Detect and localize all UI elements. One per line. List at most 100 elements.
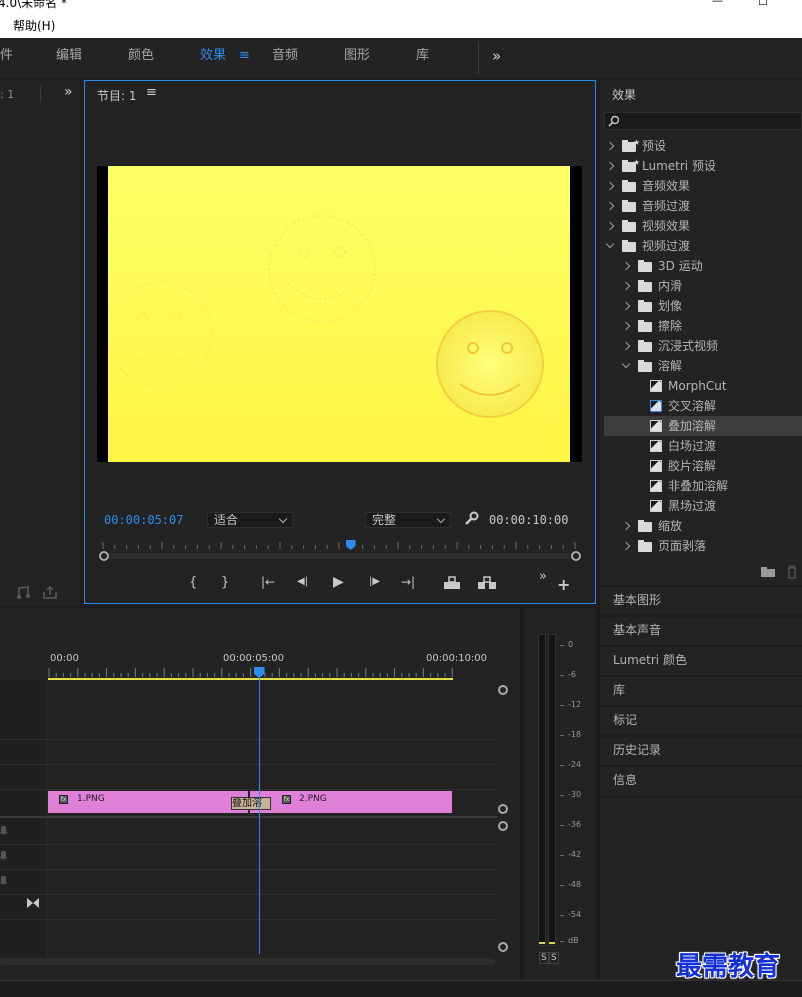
workspace-tab-edit[interactable]: 编辑	[56, 38, 82, 78]
trash-icon[interactable]	[786, 565, 798, 579]
effect-item[interactable]: 交叉溶解	[604, 396, 802, 416]
add-button-icon[interactable]: +	[557, 575, 570, 594]
chevron-right-icon[interactable]	[621, 261, 631, 271]
transport-overflow-button[interactable]: »	[539, 569, 547, 584]
effect-item[interactable]: 非叠加溶解	[604, 476, 802, 496]
clip-1[interactable]: fx 1.PNG	[48, 791, 248, 813]
monitor-ruler[interactable]	[99, 539, 577, 549]
step-forward-button[interactable]: |▶	[369, 576, 380, 587]
panel-libraries[interactable]: 库	[600, 677, 802, 705]
solo-right-button[interactable]: S	[549, 952, 559, 964]
extract-icon[interactable]	[477, 576, 497, 590]
video-scroll-bottom[interactable]	[498, 804, 508, 814]
mark-out-button[interactable]: }	[221, 575, 229, 590]
effect-item[interactable]: 胶片溶解	[604, 456, 802, 476]
project-panel: : 1 »	[0, 80, 80, 605]
scroll-handle-left[interactable]	[99, 551, 109, 561]
chevron-right-icon[interactable]	[621, 521, 631, 531]
effect-folder[interactable]: 划像	[604, 296, 802, 316]
video-frame[interactable]	[97, 166, 582, 462]
workspace-tab-libraries[interactable]: 库	[416, 38, 429, 78]
playback-resolution-select[interactable]: 完整	[365, 512, 451, 528]
microphone-icon[interactable]	[0, 825, 8, 837]
mark-in-button[interactable]: {	[189, 575, 197, 590]
workspace-menu-icon[interactable]: ≡	[239, 38, 250, 78]
microphone-icon[interactable]	[0, 875, 8, 887]
timeline-ruler[interactable]	[48, 666, 494, 678]
video-scroll-top[interactable]	[498, 685, 508, 695]
chevron-right-icon[interactable]	[605, 201, 615, 211]
effect-folder[interactable]: 音频效果	[604, 176, 802, 196]
clip-2[interactable]: fx 2.PNG	[250, 791, 452, 813]
effect-folder[interactable]: 音频过渡	[604, 196, 802, 216]
music-icon[interactable]	[16, 586, 32, 600]
menu-help[interactable]: 帮助(H)	[13, 14, 55, 38]
play-button[interactable]: ▶	[333, 574, 344, 590]
program-monitor-title[interactable]: 节目: 1	[97, 87, 137, 104]
maximize-button[interactable]: ☐	[758, 0, 768, 7]
work-area-bar[interactable]	[48, 678, 453, 680]
chevron-right-icon[interactable]	[605, 141, 615, 151]
workspace-tab-graphics[interactable]: 图形	[344, 38, 370, 78]
effect-folder[interactable]: 内滑	[604, 276, 802, 296]
effect-folder[interactable]: 页面剥落	[604, 536, 802, 556]
step-back-button[interactable]: ◀|	[297, 576, 308, 587]
chevron-down-icon[interactable]	[605, 239, 615, 249]
project-panel-overflow-button[interactable]: »	[64, 84, 73, 100]
go-to-in-button[interactable]: |←	[261, 575, 275, 589]
effect-folder[interactable]: 缩放	[604, 516, 802, 536]
effect-folder[interactable]: 擦除	[604, 316, 802, 336]
panel-essential-sound[interactable]: 基本声音	[600, 617, 802, 645]
effect-folder[interactable]: 3D 运动	[604, 256, 802, 276]
workspace-tab-effects[interactable]: 效果	[200, 38, 226, 78]
effects-panel-title[interactable]: 效果	[612, 86, 636, 103]
chevron-right-icon[interactable]	[621, 281, 631, 291]
export-icon[interactable]	[42, 586, 58, 600]
effect-item[interactable]: 白场过渡	[604, 436, 802, 456]
master-track-icon[interactable]	[27, 898, 39, 908]
scroll-handle-right[interactable]	[571, 551, 581, 561]
minimize-button[interactable]: —	[712, 0, 723, 6]
chevron-right-icon[interactable]	[605, 181, 615, 191]
go-to-out-button[interactable]: →|	[401, 575, 415, 589]
effects-search-box[interactable]	[604, 112, 802, 130]
chevron-down-icon[interactable]	[621, 359, 631, 369]
effect-item[interactable]: 叠加溶解	[604, 416, 802, 436]
workspace-tab-audio[interactable]: 音频	[272, 38, 298, 78]
chevron-right-icon[interactable]	[621, 321, 631, 331]
workspace-tab-assembly[interactable]: 件	[0, 38, 13, 78]
effect-folder[interactable]: 视频过渡	[604, 236, 802, 256]
current-timecode[interactable]: 00:00:05:07	[104, 513, 183, 527]
effect-folder[interactable]: 溶解	[604, 356, 802, 376]
chevron-right-icon[interactable]	[621, 541, 631, 551]
audio-scroll-top[interactable]	[498, 821, 508, 831]
effects-search-input[interactable]	[621, 114, 797, 128]
effect-item[interactable]: 黑场过渡	[604, 496, 802, 516]
timeline-horizontal-scrollbar[interactable]	[0, 958, 495, 965]
panel-info[interactable]: 信息	[600, 767, 802, 795]
panel-lumetri-color[interactable]: Lumetri 颜色	[600, 647, 802, 675]
chevron-right-icon[interactable]	[605, 221, 615, 231]
lift-icon[interactable]	[443, 576, 461, 590]
panel-markers[interactable]: 标记	[600, 707, 802, 735]
chevron-right-icon[interactable]	[605, 161, 615, 171]
audio-scroll-bottom[interactable]	[498, 942, 508, 952]
new-bin-icon[interactable]	[760, 566, 776, 578]
workspace-overflow-button[interactable]: »	[492, 38, 501, 78]
chevron-right-icon[interactable]	[621, 341, 631, 351]
panel-history[interactable]: 历史记录	[600, 737, 802, 765]
program-monitor-menu-icon[interactable]: ≡	[146, 85, 157, 100]
chevron-right-icon[interactable]	[621, 301, 631, 311]
transition-marker[interactable]: 叠加溶	[231, 797, 271, 810]
panel-essential-graphics[interactable]: 基本图形	[600, 587, 802, 615]
workspace-tab-color[interactable]: 颜色	[128, 38, 154, 78]
wrench-icon[interactable]	[463, 511, 479, 527]
solo-left-button[interactable]: S	[539, 952, 549, 964]
zoom-level-select[interactable]: 适合	[207, 512, 293, 528]
effect-folder[interactable]: ★ Lumetri 预设	[604, 156, 802, 176]
microphone-icon[interactable]	[0, 850, 8, 862]
effect-item[interactable]: MorphCut	[604, 376, 802, 396]
effect-folder[interactable]: 视频效果	[604, 216, 802, 236]
monitor-zoom-scrollbar[interactable]	[101, 553, 575, 559]
effect-folder[interactable]: 沉浸式视频	[604, 336, 802, 356]
